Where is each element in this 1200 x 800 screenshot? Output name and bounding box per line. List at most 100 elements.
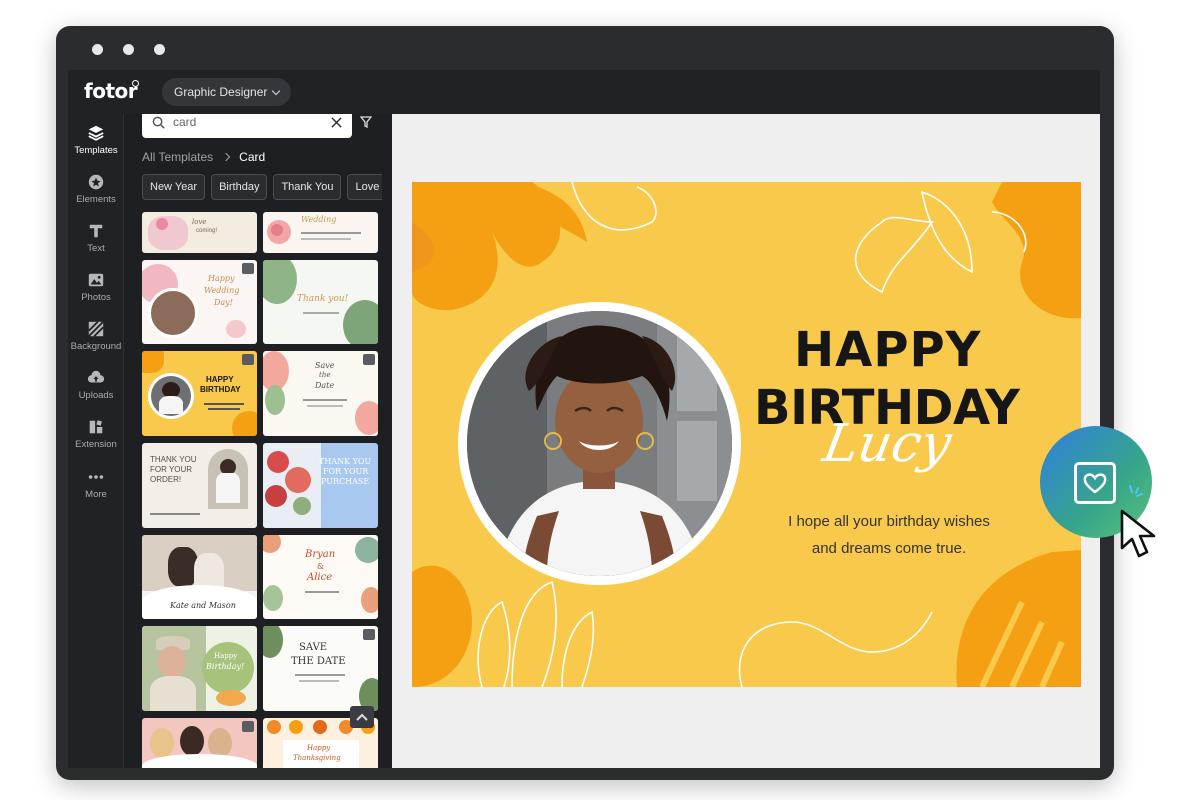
- template-thumb[interactable]: Happy Wedding Day!: [142, 260, 257, 344]
- window-dot-close[interactable]: [92, 44, 103, 55]
- click-sparkle-icon: [1129, 485, 1143, 497]
- breadcrumb-current: Card: [239, 150, 266, 164]
- template-thumb[interactable]: Thank you!: [263, 260, 378, 344]
- thumb-text: &: [317, 562, 325, 571]
- thumb-text: Wedding: [204, 286, 240, 295]
- favorite-icon[interactable]: [242, 263, 254, 274]
- favorite-icon[interactable]: [242, 354, 254, 365]
- portrait-illustration: [467, 311, 732, 576]
- left-sidebar: Templates Elements Text Photos Backgroun…: [68, 114, 124, 768]
- layers-icon: [88, 125, 104, 141]
- more-icon: [88, 475, 104, 479]
- photo-frame[interactable]: [458, 302, 741, 585]
- window-dot-minimize[interactable]: [123, 44, 134, 55]
- template-thumb[interactable]: SAVE THE DATE: [263, 626, 378, 711]
- thumb-text: the: [319, 371, 331, 379]
- template-thumb[interactable]: THANK YOU FOR YOUR ORDER!: [142, 443, 257, 528]
- template-thumb[interactable]: Save the Date: [263, 351, 378, 436]
- search-input[interactable]: card: [173, 115, 323, 129]
- template-thumb[interactable]: Kate and Mason: [142, 535, 257, 619]
- sidebar-item-background[interactable]: Background: [68, 314, 124, 358]
- template-thumb[interactable]: THANK YOU FOR YOUR PURCHASE: [263, 443, 378, 528]
- card-name-script[interactable]: Lucy: [819, 414, 956, 474]
- thumb-text: Happy: [208, 274, 235, 283]
- sidebar-item-extension[interactable]: Extension: [68, 412, 124, 456]
- template-thumb[interactable]: Happy Birthday!: [142, 626, 257, 711]
- card-message[interactable]: I hope all your birthday wishes and drea…: [764, 508, 1014, 562]
- card-message-line2: and dreams come true.: [811, 540, 967, 557]
- thumb-text: Wedding: [301, 215, 337, 224]
- sidebar-item-uploads[interactable]: Uploads: [68, 363, 124, 407]
- browser-window: fotor Graphic Designer Templates Element…: [56, 26, 1114, 780]
- template-thumb[interactable]: Wedding: [263, 212, 378, 253]
- sidebar-item-more[interactable]: More: [68, 462, 124, 506]
- chip-label: Love: [355, 181, 380, 193]
- birthday-card-design[interactable]: HAPPY BIRTHDAY Lucy I hope all your birt…: [412, 182, 1081, 687]
- template-thumb[interactable]: [142, 718, 257, 768]
- cloud-upload-icon: [87, 370, 105, 383]
- thumb-text: SAVE: [299, 642, 328, 653]
- chevron-down-icon: [272, 86, 281, 95]
- sidebar-item-label: More: [85, 489, 107, 500]
- thumb-text: Happy: [307, 744, 331, 752]
- sidebar-item-label: Extension: [75, 439, 117, 450]
- top-bar: fotor Graphic Designer: [68, 70, 1100, 114]
- thumb-text: coming!: [196, 228, 218, 234]
- chip-love[interactable]: Love›: [347, 174, 382, 200]
- favorite-icon[interactable]: [363, 629, 375, 640]
- breadcrumb: All Templates Card: [142, 150, 265, 164]
- heart-icon: [1083, 473, 1107, 494]
- thumb-text: Alice: [307, 572, 333, 583]
- canvas-area: HAPPY BIRTHDAY Lucy I hope all your birt…: [392, 114, 1100, 768]
- card-title-line1[interactable]: HAPPY: [794, 322, 1081, 378]
- mode-dropdown[interactable]: Graphic Designer: [162, 78, 292, 106]
- scroll-to-top-button[interactable]: [350, 706, 374, 728]
- chip-birthday[interactable]: Birthday: [211, 174, 268, 200]
- sidebar-item-templates[interactable]: Templates: [68, 118, 124, 162]
- thumb-text: love: [192, 218, 207, 226]
- background-icon: [88, 321, 104, 337]
- chip-new-year[interactable]: New Year: [142, 174, 206, 200]
- thumb-text: ORDER!: [150, 475, 182, 484]
- category-chips: New Year Birthday Thank You Love›: [142, 174, 382, 202]
- thumb-text: Thank you!: [297, 294, 349, 304]
- thumb-text: Save: [315, 361, 335, 370]
- sidebar-item-label: Uploads: [78, 390, 114, 401]
- favorite-icon[interactable]: [242, 721, 254, 732]
- chip-thank-you[interactable]: Thank You: [273, 174, 342, 200]
- thumb-text: Kate and Mason: [170, 601, 236, 610]
- mouse-cursor-icon: [1120, 509, 1156, 558]
- fotor-logo[interactable]: fotor: [84, 79, 138, 103]
- thumb-text: Birthday!: [206, 662, 245, 671]
- thumb-text: PURCHASE: [321, 477, 370, 486]
- editor-app: fotor Graphic Designer Templates Element…: [68, 70, 1100, 768]
- thumb-text: Bryan: [305, 549, 336, 560]
- mode-label: Graphic Designer: [174, 85, 268, 99]
- thumb-text: Thanksgiving: [293, 754, 341, 762]
- sidebar-item-elements[interactable]: Elements: [68, 167, 124, 211]
- sidebar-item-photos[interactable]: Photos: [68, 265, 124, 309]
- sidebar-item-label: Text: [87, 243, 105, 254]
- filter-icon[interactable]: [360, 116, 372, 128]
- template-thumb[interactable]: HAPPY BIRTHDAY: [142, 351, 257, 436]
- template-thumb[interactable]: love coming!: [142, 212, 257, 253]
- sidebar-item-label: Photos: [81, 292, 111, 303]
- registered-mark-icon: [132, 80, 139, 87]
- thumb-text: HAPPY: [206, 375, 234, 384]
- portrait-photo[interactable]: [467, 311, 732, 576]
- sidebar-item-label: Elements: [76, 194, 116, 205]
- breadcrumb-root[interactable]: All Templates: [142, 150, 213, 164]
- template-thumb[interactable]: Bryan & Alice: [263, 535, 378, 619]
- window-controls: [92, 44, 165, 55]
- shapes-icon: [88, 174, 104, 190]
- sidebar-item-text[interactable]: Text: [68, 216, 124, 260]
- favorite-icon[interactable]: [363, 354, 375, 365]
- extension-icon: [89, 420, 103, 434]
- sidebar-item-label: Background: [70, 341, 122, 352]
- templates-panel: card All Templates Card New Year Birthda…: [124, 114, 382, 768]
- image-icon: [88, 273, 104, 287]
- favorite-frame-icon: [1074, 462, 1116, 504]
- search-box[interactable]: card: [142, 114, 352, 138]
- window-dot-maximize[interactable]: [154, 44, 165, 55]
- clear-icon[interactable]: [331, 116, 342, 128]
